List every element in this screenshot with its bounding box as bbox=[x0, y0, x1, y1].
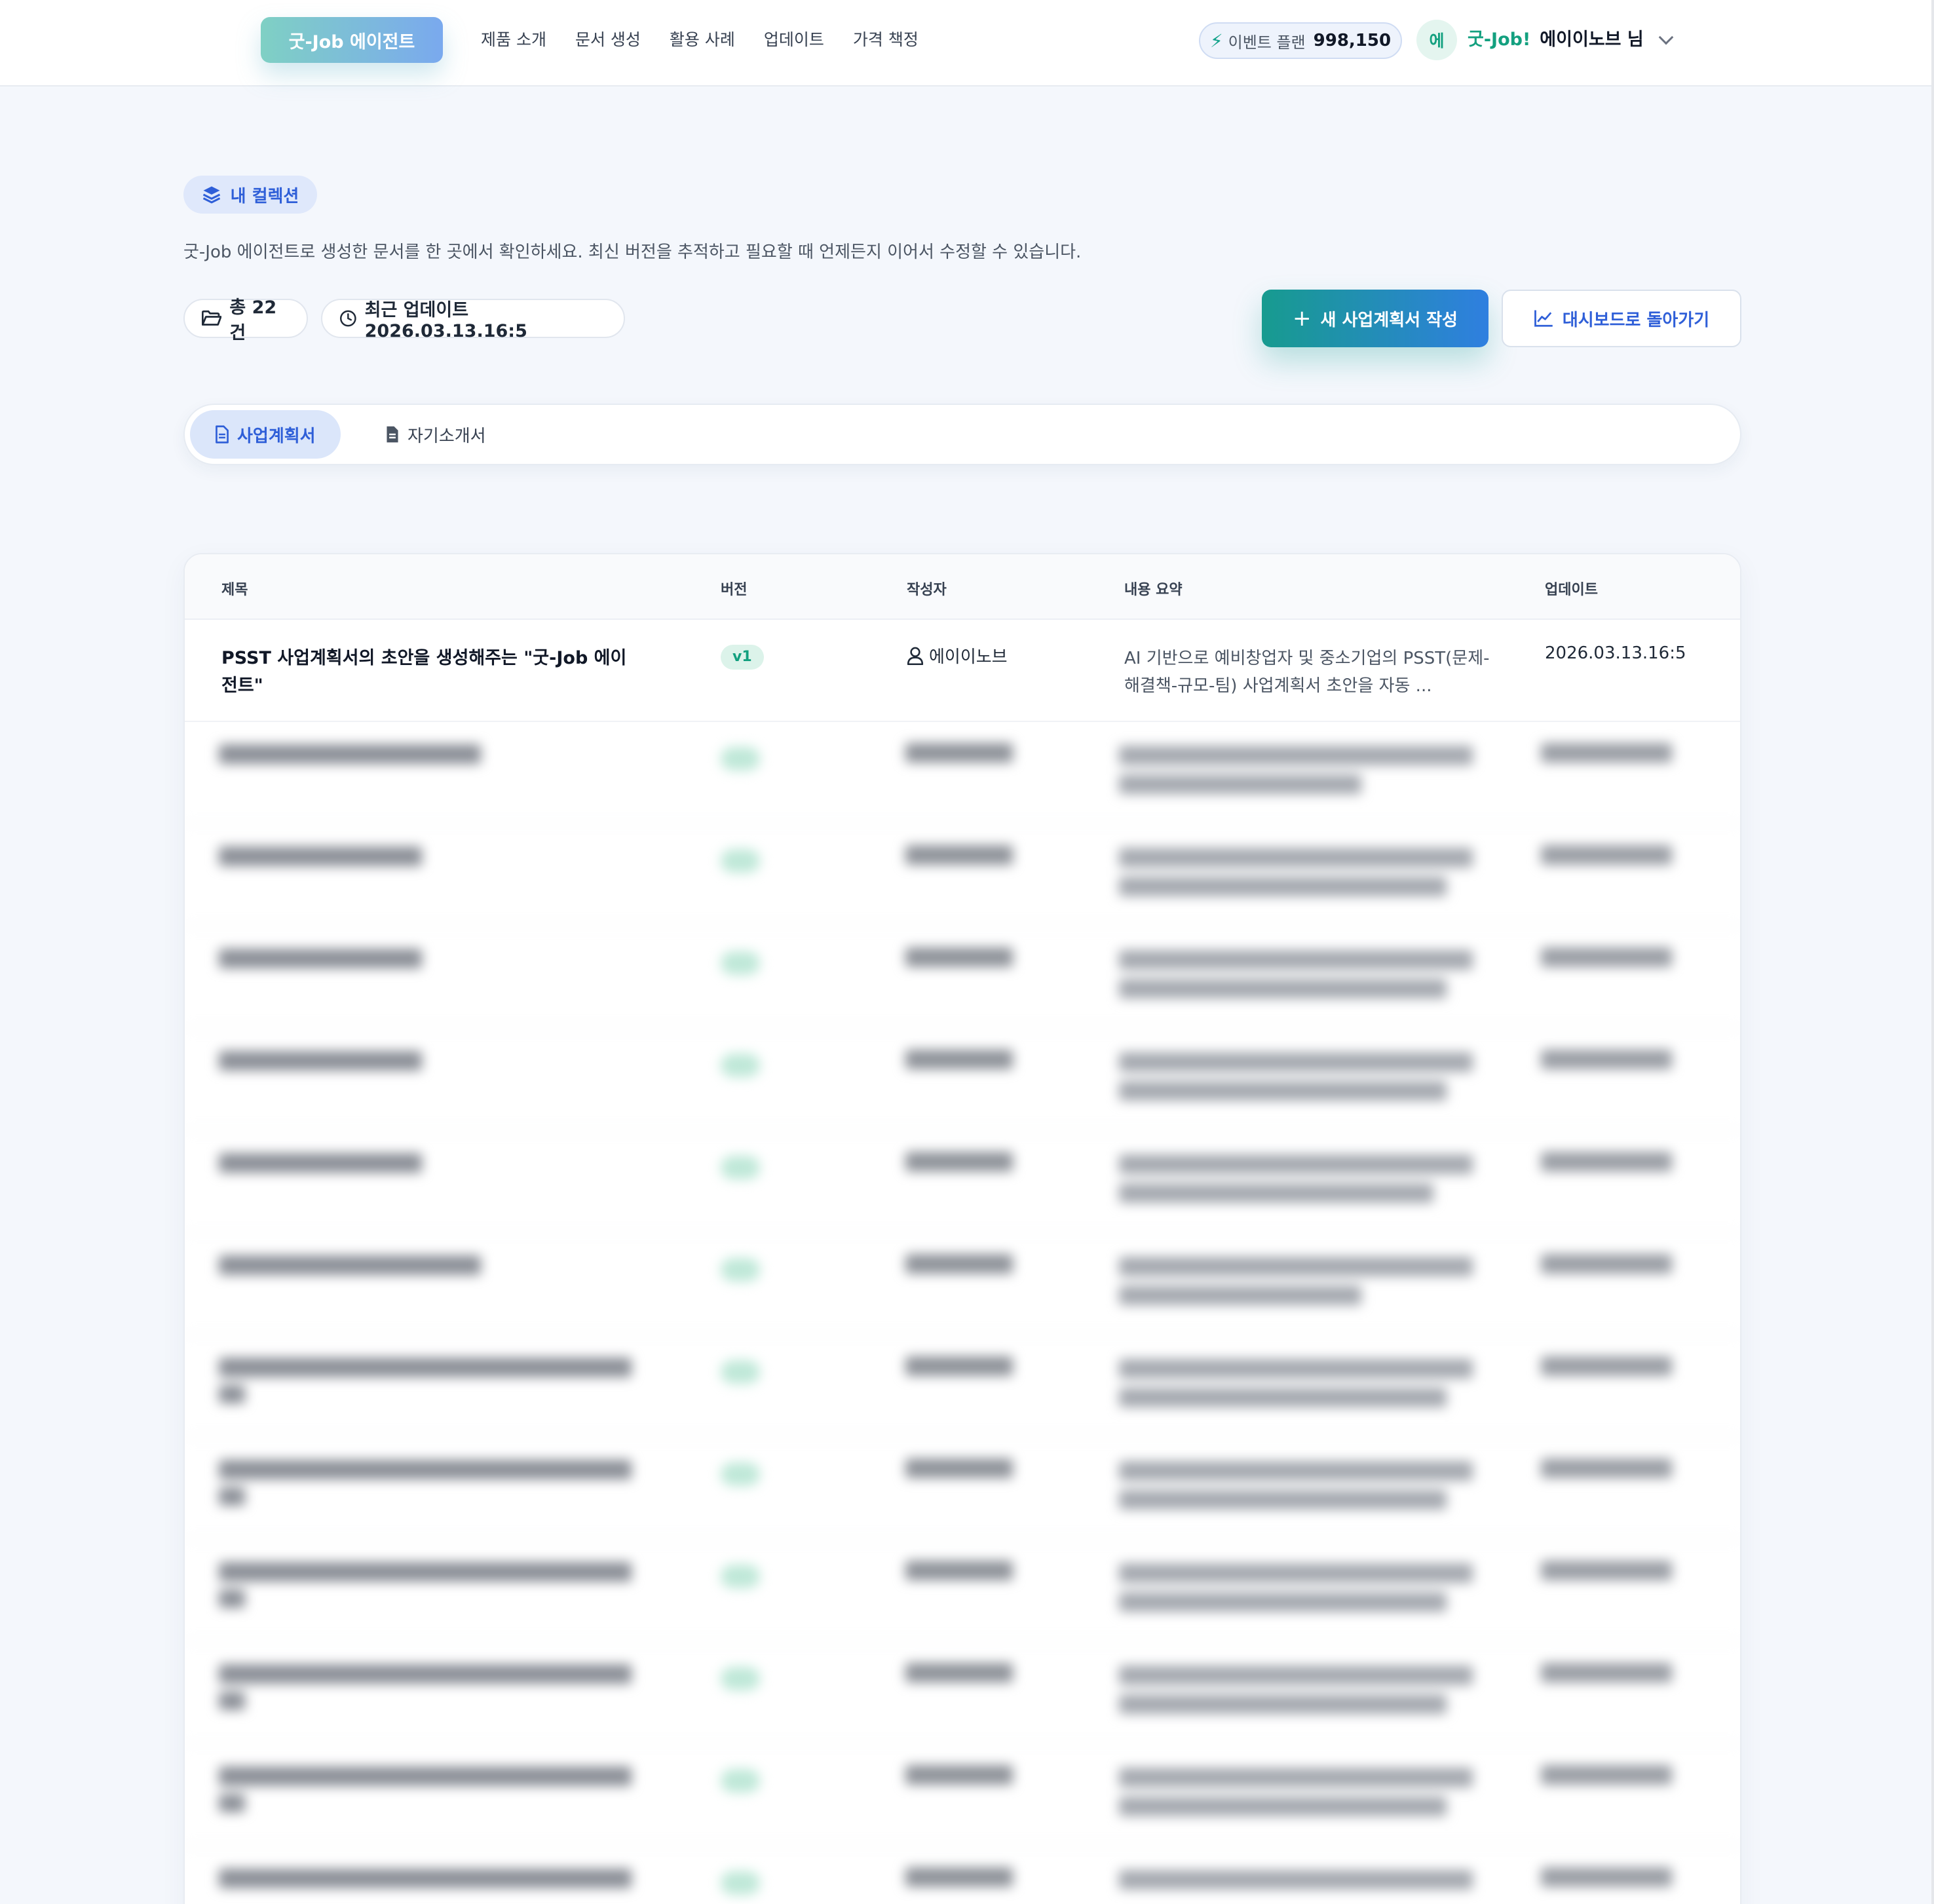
redacted-row bbox=[185, 1744, 1740, 1846]
user-name: 에이이노브 님 bbox=[1540, 29, 1644, 50]
new-business-plan-label: 새 사업계획서 작성 bbox=[1320, 310, 1458, 330]
page-description: 굿-Job 에이전트로 생성한 문서를 한 곳에서 확인하세요. 최신 버전을 … bbox=[183, 242, 1082, 262]
nav-links: 제품 소개 문서 생성 활용 사례 업데이트 가격 책정 bbox=[481, 26, 919, 54]
tab-business-plan[interactable]: 사업계획서 bbox=[190, 410, 341, 459]
redacted-row bbox=[185, 1540, 1740, 1642]
redacted-row bbox=[185, 722, 1740, 824]
row-summary: AI 기반으로 예비창업자 및 중소기업의 PSST(문제-해결책-규모-팀) … bbox=[1124, 649, 1490, 696]
tab-cover-letter-label: 자기소개서 bbox=[408, 426, 486, 446]
row-author-name: 에이이노브 bbox=[929, 647, 1008, 667]
nav-link-product[interactable]: 제품 소개 bbox=[481, 26, 546, 54]
plan-credit-pill[interactable]: ⚡ 이벤트 플랜 998,150 bbox=[1199, 22, 1402, 59]
document-icon bbox=[387, 426, 398, 443]
chart-line-icon bbox=[1534, 310, 1553, 327]
last-update-text: 최근 업데이트 2026.03.13.16:5 bbox=[364, 300, 527, 341]
column-summary: 내용 요약 bbox=[1124, 582, 1183, 598]
documents-table: 제목 버전 작성자 내용 요약 업데이트 PSST 사업계획서의 초안을 생성해… bbox=[183, 553, 1741, 1904]
table-header: 제목 버전 작성자 내용 요약 업데이트 bbox=[185, 554, 1740, 620]
version-badge: v1 bbox=[721, 645, 764, 670]
row-updated: 2026.03.13.16:5 bbox=[1545, 643, 1686, 663]
redacted-row bbox=[185, 1846, 1740, 1904]
plan-label: 이벤트 플랜 bbox=[1228, 33, 1306, 52]
nav-link-docgen[interactable]: 문서 생성 bbox=[575, 26, 641, 54]
last-update-pill: 최근 업데이트 2026.03.13.16:5 bbox=[321, 299, 625, 341]
user-icon bbox=[907, 647, 924, 665]
bolt-icon: ⚡ bbox=[1209, 29, 1223, 52]
tab-business-plan-label: 사업계획서 bbox=[237, 426, 316, 446]
redacted-row bbox=[185, 1131, 1740, 1233]
row-author: 에이이노브 bbox=[907, 643, 1008, 668]
plan-value: 998,150 bbox=[1313, 31, 1392, 50]
column-author: 작성자 bbox=[907, 582, 947, 598]
column-title: 제목 bbox=[221, 582, 248, 598]
redacted-row bbox=[185, 824, 1740, 926]
top-nav: 굿-Job 에이전트 제품 소개 문서 생성 활용 사례 업데이트 가격 책정 … bbox=[0, 0, 1931, 86]
back-to-dashboard-button[interactable]: 대시보드로 돌아가기 bbox=[1502, 290, 1741, 347]
collection-badge: 내 컬렉션 bbox=[183, 176, 317, 214]
window-edge bbox=[1931, 0, 1934, 1904]
nav-link-cases[interactable]: 활용 사례 bbox=[670, 26, 735, 54]
back-to-dashboard-label: 대시보드로 돌아가기 bbox=[1562, 310, 1710, 330]
document-icon bbox=[216, 425, 229, 444]
nav-link-pricing[interactable]: 가격 책정 bbox=[853, 26, 919, 54]
clock-icon bbox=[339, 310, 356, 327]
user-brand: 굿-Job! bbox=[1468, 29, 1531, 50]
chevron-down-icon[interactable] bbox=[1658, 29, 1674, 45]
redacted-row bbox=[185, 1642, 1740, 1744]
redacted-row bbox=[185, 926, 1740, 1029]
column-updated: 업데이트 bbox=[1545, 582, 1598, 598]
redacted-row bbox=[185, 1233, 1740, 1335]
total-count: 총 22건 bbox=[229, 297, 277, 343]
column-version: 버전 bbox=[721, 582, 748, 598]
user-menu[interactable]: 굿-Job! 에이이노브 님 bbox=[1468, 26, 1674, 54]
avatar[interactable]: 에 bbox=[1416, 20, 1457, 60]
table-row[interactable]: PSST 사업계획서의 초안을 생성해주는 "굿-Job 에이전트" v1 에이… bbox=[185, 620, 1740, 722]
total-count-pill: 총 22건 bbox=[183, 297, 308, 343]
redacted-row bbox=[185, 1029, 1740, 1131]
collection-badge-label: 내 컬렉션 bbox=[230, 186, 299, 206]
row-title[interactable]: PSST 사업계획서의 초안을 생성해주는 "굿-Job 에이전트" bbox=[221, 645, 641, 700]
brand-logo-button[interactable]: 굿-Job 에이전트 bbox=[261, 17, 443, 63]
folder-open-icon bbox=[202, 310, 222, 326]
nav-link-updates[interactable]: 업데이트 bbox=[764, 26, 824, 54]
layers-icon bbox=[202, 186, 220, 204]
redacted-row bbox=[185, 1438, 1740, 1540]
plus-icon: + bbox=[1293, 305, 1312, 332]
tab-cover-letter[interactable]: 자기소개서 bbox=[360, 410, 511, 459]
redacted-row bbox=[185, 1335, 1740, 1438]
document-type-tabs: 사업계획서 자기소개서 bbox=[183, 404, 1741, 465]
new-business-plan-button[interactable]: + 새 사업계획서 작성 bbox=[1262, 290, 1488, 347]
